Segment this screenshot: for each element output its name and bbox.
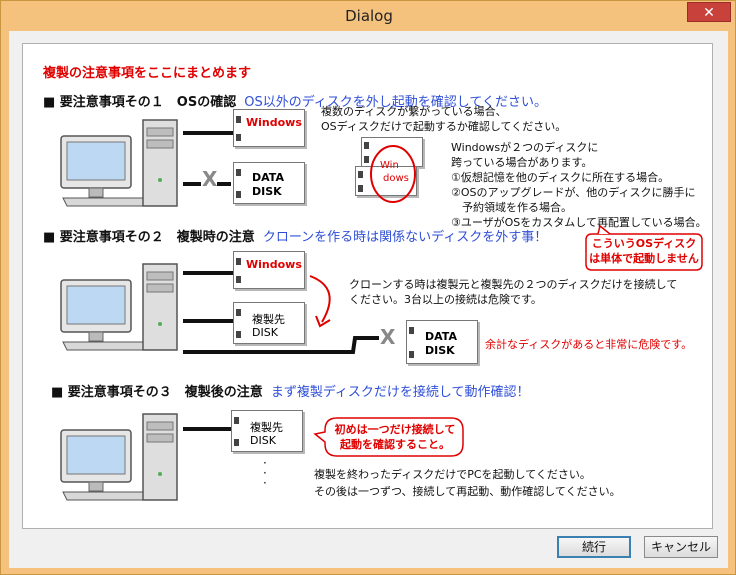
section2-text-line-2: ください。3台以上の接続は危険です。	[349, 293, 542, 306]
continue-button[interactable]: 続行	[557, 536, 631, 558]
section1-computer-icon	[60, 119, 178, 207]
win-label: Win	[380, 160, 399, 171]
section3-text-line-1: 複製を終わったディスクだけでPCを起動してください。	[314, 468, 591, 481]
page-heading: 複製の注意事項をここにまとめます	[43, 66, 252, 81]
section2-windows-disk: Windows	[233, 251, 305, 289]
section2-data-disk: DATA DISK	[406, 320, 478, 364]
section3-note: まず複製ディスクだけを接続して動作確認！	[270, 385, 530, 400]
section2-title: ■ 要注意事項その２ 複製時の注意	[43, 230, 255, 245]
section1-text-line-1: 複数のディスクが繋がっている場合、	[321, 105, 507, 118]
section3-text-line-2: その後は一つずつ、接続して再起動、動作確認してください。	[314, 485, 621, 498]
section2-warning: 余計なディスクがあると非常に危険です。	[485, 338, 693, 351]
curved-arrow-icon	[309, 275, 331, 328]
section1-text-line-2: OSディスクだけで起動するか確認してください。	[321, 120, 567, 133]
dialog-window: Dialog ✕ 複製の注意事項をここにまとめます ■ 要注意事項その１ OSの…	[0, 0, 736, 575]
cancel-button[interactable]: キャンセル	[644, 536, 718, 558]
ellipsis-dots: · · ·	[263, 456, 267, 490]
section3-title: ■ 要注意事項その３ 複製後の注意	[51, 385, 263, 400]
section2-copy-disk: 複製先 DISK	[233, 302, 305, 344]
section2-text-line-1: クローンする時は複製元と複製先の２つのディスクだけを接続して	[349, 278, 678, 291]
section1-data-disk: DATA DISK	[233, 162, 305, 204]
section3-header: ■ 要注意事項その３ 複製後の注意 まず複製ディスクだけを接続して動作確認！	[51, 381, 530, 400]
section3-computer-icon	[60, 413, 178, 501]
window-title: Dialog	[345, 7, 393, 25]
section3-copy-disk: 複製先 DISK	[231, 410, 303, 452]
section1-detail-line-3: ①仮想記憶を他のディスクに所在する場合。	[451, 171, 670, 184]
section1-x-mark: X	[202, 167, 218, 191]
dows-label: dows	[383, 173, 409, 184]
section1-detail-line-2: 跨っている場合があります。	[451, 156, 593, 169]
section2-computer-icon	[60, 263, 178, 351]
section1-title: ■ 要注意事項その１ OSの確認	[43, 95, 237, 110]
section1-detail-line-4: ②OSのアップグレードが、他のディスクに勝手に	[451, 186, 696, 199]
title-bar: Dialog ✕	[1, 1, 736, 31]
callout-os-text: こういうOSディスク は単体で起動しません	[589, 237, 699, 265]
section2-header: ■ 要注意事項その２ 複製時の注意 クローンを作る時は関係ないディスクを外す事！	[43, 226, 547, 245]
close-button[interactable]: ✕	[687, 2, 731, 22]
content-panel: 複製の注意事項をここにまとめます ■ 要注意事項その１ OSの確認 OS以外のディ…	[22, 43, 713, 529]
section1-detail-line-5: 予約領域を作る場合。	[451, 201, 572, 214]
section2-x-mark: X	[380, 325, 396, 349]
speech-bubble-text: 初めは一つだけ接続して 起動を確認すること。	[334, 423, 456, 451]
section1-detail-line-1: Windowsが２つのディスクに	[451, 141, 599, 154]
section1-windows-disk: Windows	[233, 109, 305, 147]
section2-note: クローンを作る時は関係ないディスクを外す事！	[262, 230, 548, 245]
dialog-client: 複製の注意事項をここにまとめます ■ 要注意事項その１ OSの確認 OS以外のディ…	[9, 31, 728, 568]
